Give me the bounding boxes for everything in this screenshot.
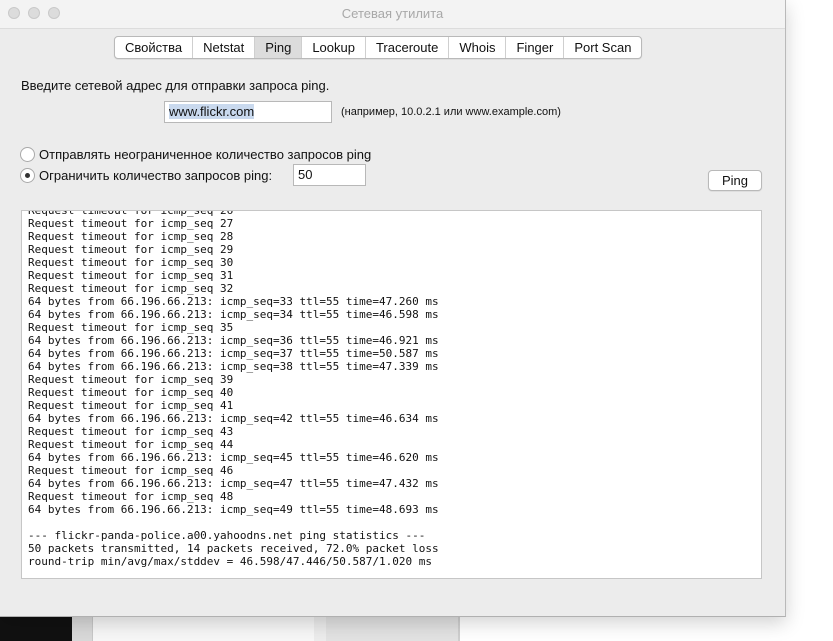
output-line: round-trip min/avg/max/stddev = 46.598/4…: [28, 555, 432, 568]
background-panel: [326, 616, 458, 641]
background-divider: [458, 616, 460, 641]
output-line: Request timeout for icmp_seq 40: [28, 386, 234, 399]
output-line: Request timeout for icmp_seq 29: [28, 243, 234, 256]
output-line: --- flickr-panda-police.a00.yahoodns.net…: [28, 529, 426, 542]
tab-port-scan[interactable]: Port Scan: [564, 37, 641, 58]
output-line: 50 packets transmitted, 14 packets recei…: [28, 542, 439, 555]
radio-unlimited-label: Отправлять неограниченное количество зап…: [39, 147, 372, 162]
output-line: 64 bytes from 66.196.66.213: icmp_seq=33…: [28, 295, 439, 308]
output-line: 64 bytes from 66.196.66.213: icmp_seq=47…: [28, 477, 439, 490]
output-line: Request timeout for icmp_seq 28: [28, 230, 234, 243]
ping-output-text: Request timeout for icmp_seq 26 Request t…: [28, 210, 439, 568]
output-line: Request timeout for icmp_seq 30: [28, 256, 234, 269]
output-line: 64 bytes from 66.196.66.213: icmp_seq=34…: [28, 308, 439, 321]
output-line: Request timeout for icmp_seq 39: [28, 373, 234, 386]
tab-finger[interactable]: Finger: [506, 37, 565, 58]
output-line: 64 bytes from 66.196.66.213: icmp_seq=37…: [28, 347, 439, 360]
window-title: Сетевая утилита: [341, 6, 444, 21]
tab-bar: Свойства Netstat Ping Lookup Traceroute …: [114, 36, 643, 59]
network-utility-window: Сетевая утилита Свойства Netstat Ping Lo…: [0, 0, 786, 617]
radio-button[interactable]: [20, 147, 35, 162]
output-line: 64 bytes from 66.196.66.213: icmp_seq=36…: [28, 334, 439, 347]
tab-info[interactable]: Свойства: [115, 37, 194, 58]
desktop-background: [0, 616, 72, 641]
output-line: Request timeout for icmp_seq 31: [28, 269, 234, 282]
output-line: 64 bytes from 66.196.66.213: icmp_seq=42…: [28, 412, 439, 425]
radio-button-selected[interactable]: [20, 168, 35, 183]
host-address-input[interactable]: www.flickr.com: [164, 101, 332, 123]
background-gap: [314, 616, 326, 641]
output-line: 64 bytes from 66.196.66.213: icmp_seq=45…: [28, 451, 439, 464]
ping-button[interactable]: Ping: [708, 170, 762, 191]
host-address-hint: (например, 10.0.2.1 или www.example.com): [341, 106, 561, 118]
output-line: Request timeout for icmp_seq 46: [28, 464, 234, 477]
background-document: [92, 616, 316, 641]
tab-traceroute[interactable]: Traceroute: [366, 37, 450, 58]
background-window-edge: [72, 616, 92, 641]
output-line: Request timeout for icmp_seq 35: [28, 321, 234, 334]
output-line: Request timeout for icmp_seq 44: [28, 438, 234, 451]
output-line: Request timeout for icmp_seq 41: [28, 399, 234, 412]
radio-limited-label: Ограничить количество запросов ping:: [39, 168, 273, 183]
ping-output-area[interactable]: Request timeout for icmp_seq 26 Request t…: [21, 210, 762, 579]
output-line: Request timeout for icmp_seq 43: [28, 425, 234, 438]
output-line: 64 bytes from 66.196.66.213: icmp_seq=38…: [28, 360, 439, 373]
radio-limited-pings[interactable]: Ограничить количество запросов ping:: [20, 168, 272, 183]
output-line: Request timeout for icmp_seq 48: [28, 490, 234, 503]
output-line: Request timeout for icmp_seq 32: [28, 282, 234, 295]
ping-count-input[interactable]: 50: [293, 164, 366, 186]
output-line: Request timeout for icmp_seq 27: [28, 217, 234, 230]
tab-lookup[interactable]: Lookup: [302, 37, 366, 58]
title-bar: Сетевая утилита: [0, 0, 785, 29]
tab-netstat[interactable]: Netstat: [193, 37, 256, 58]
tab-ping[interactable]: Ping: [255, 37, 303, 58]
tab-whois[interactable]: Whois: [449, 37, 507, 58]
address-prompt: Введите сетевой адрес для отправки запро…: [21, 78, 330, 93]
output-line: 64 bytes from 66.196.66.213: icmp_seq=49…: [28, 503, 439, 516]
radio-unlimited-pings[interactable]: Отправлять неограниченное количество зап…: [20, 147, 371, 162]
host-address-value: www.flickr.com: [169, 104, 255, 119]
output-line: Request timeout for icmp_seq 26: [28, 210, 234, 217]
